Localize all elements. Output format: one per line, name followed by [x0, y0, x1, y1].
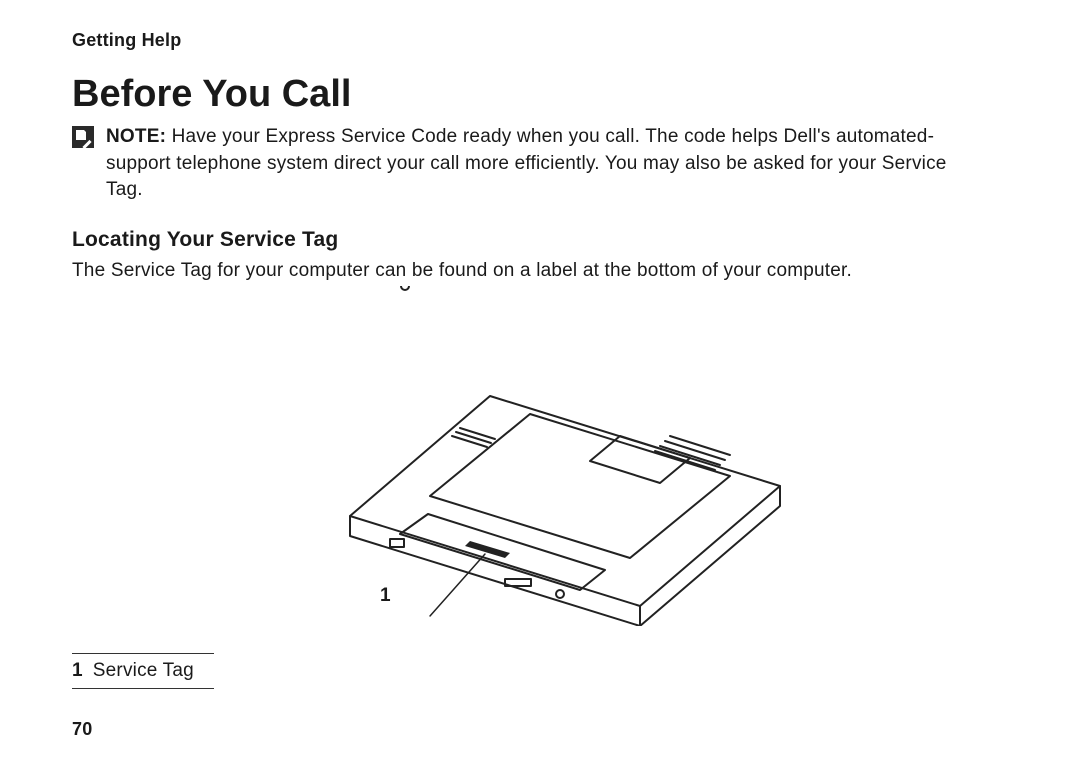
- legend-row: 1 Service Tag: [72, 653, 214, 689]
- legend: 1 Service Tag: [72, 653, 1008, 689]
- body-text: The Service Tag for your computer can be…: [72, 258, 1008, 285]
- document-pencil-icon: [72, 126, 94, 148]
- note-block: NOTE: Have your Express Service Code rea…: [72, 124, 1008, 204]
- page-title: Before You Call: [72, 73, 1008, 116]
- note-body: Have your Express Service Code ready whe…: [106, 126, 947, 200]
- legend-label: Service Tag: [93, 660, 194, 682]
- laptop-bottom-diagram-icon: [260, 286, 820, 631]
- diagram-callout-1: 1: [380, 585, 391, 607]
- subheading: Locating Your Service Tag: [72, 228, 1008, 252]
- page-number: 70: [72, 719, 92, 740]
- section-header: Getting Help: [72, 30, 1008, 51]
- diagram-container: 1: [72, 286, 1008, 631]
- note-text: NOTE: Have your Express Service Code rea…: [106, 124, 986, 204]
- legend-num: 1: [72, 660, 83, 682]
- note-label: NOTE:: [106, 126, 166, 147]
- manual-page: Getting Help Before You Call NOTE: Have …: [0, 0, 1080, 766]
